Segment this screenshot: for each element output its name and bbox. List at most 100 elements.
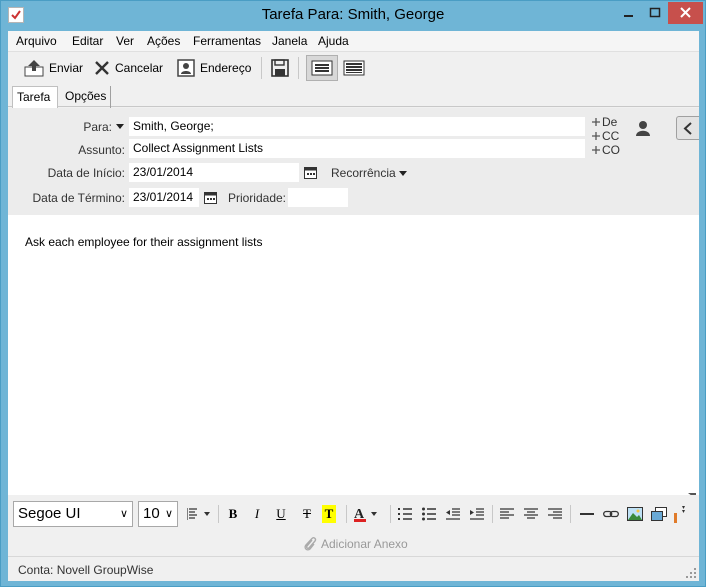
menu-janela[interactable]: Janela	[272, 34, 307, 48]
view-header-toggle[interactable]	[338, 55, 370, 81]
priority-field[interactable]	[288, 188, 348, 207]
link-icon[interactable]	[602, 505, 620, 523]
person-icon[interactable]	[635, 120, 651, 136]
font-size-value: 10	[143, 505, 160, 522]
minimize-button[interactable]	[615, 2, 642, 24]
decrease-indent-icon[interactable]	[444, 505, 462, 523]
menu-ver[interactable]: Ver	[116, 34, 134, 48]
header-fields: Para: Smith, George; Assunto: Collect As…	[8, 108, 699, 215]
tab-opcoes[interactable]: Opções	[61, 86, 111, 108]
format-separator	[390, 505, 391, 523]
paperclip-icon	[304, 537, 317, 551]
task-window: Tarefa Para: Smith, George Arquivo Edita…	[0, 0, 706, 587]
text-color-icon[interactable]: A	[353, 505, 381, 523]
menu-acoes[interactable]: Ações	[147, 34, 180, 48]
bcc-link[interactable]: CO	[602, 143, 620, 157]
priority-label: Prioridade:	[227, 191, 286, 205]
menu-bar: Arquivo Editar Ver Ações Ferramentas Jan…	[8, 31, 699, 51]
format-toolbar: Segoe UI ∨ 10 ∨ B I U T T A	[8, 495, 699, 531]
attachment-bar: Adicionar Anexo	[8, 531, 699, 557]
bold-button[interactable]: B	[224, 505, 242, 523]
send-label: Enviar	[49, 61, 84, 75]
highlight-button[interactable]: T	[322, 505, 336, 523]
client-area: Arquivo Editar Ver Ações Ferramentas Jan…	[8, 31, 699, 581]
end-date-label: Data de Término:	[32, 191, 126, 205]
status-bar: Conta: Novell GroupWise	[8, 558, 699, 581]
close-button[interactable]	[668, 2, 703, 24]
font-size-select[interactable]: 10 ∨	[138, 501, 178, 527]
address-book-icon	[177, 59, 195, 77]
subject-label: Assunto:	[78, 143, 125, 157]
align-right-icon[interactable]	[546, 505, 564, 523]
cancel-label: Cancelar	[115, 61, 164, 75]
caret-down-icon[interactable]	[399, 171, 407, 176]
status-text: Conta: Novell GroupWise	[18, 563, 154, 577]
toolbar-separator	[261, 57, 262, 79]
plus-icon[interactable]	[592, 146, 600, 154]
toolbar: Enviar Cancelar Endereço	[8, 51, 699, 83]
horizontal-line-icon[interactable]	[578, 505, 596, 523]
collapse-panel-button[interactable]	[676, 116, 699, 140]
view-message-toggle[interactable]	[306, 55, 338, 81]
image-icon[interactable]	[626, 505, 644, 523]
start-date-label: Data de Início:	[47, 166, 125, 180]
floppy-disk-icon	[271, 59, 289, 77]
resize-grip-icon[interactable]	[685, 567, 697, 579]
send-button[interactable]: Enviar	[24, 57, 83, 79]
format-separator	[492, 505, 493, 523]
body-text[interactable]: Ask each employee for their assignment l…	[25, 235, 262, 249]
menu-ferramentas[interactable]: Ferramentas	[193, 34, 261, 48]
align-left-icon[interactable]	[498, 505, 516, 523]
bullet-list-icon[interactable]	[420, 505, 438, 523]
add-attachment-button[interactable]: Adicionar Anexo	[303, 536, 408, 552]
window-title: Tarefa Para: Smith, George	[261, 6, 445, 23]
menu-editar[interactable]: Editar	[72, 34, 103, 48]
address-button[interactable]: Endereço	[177, 57, 251, 79]
numbered-list-icon[interactable]	[396, 505, 414, 523]
header-view-icon	[343, 60, 365, 76]
toolbar-overflow-icon[interactable]	[674, 505, 688, 523]
increase-indent-icon[interactable]	[468, 505, 486, 523]
calendar-icon[interactable]	[304, 166, 317, 179]
tab-strip: Tarefa Opções	[8, 83, 699, 108]
picture-frame-icon[interactable]	[650, 505, 668, 523]
message-view-icon	[311, 60, 333, 76]
font-family-select[interactable]: Segoe UI ∨	[13, 501, 133, 527]
caret-down-icon[interactable]	[116, 124, 124, 129]
send-icon	[24, 60, 44, 77]
align-center-icon[interactable]	[522, 505, 540, 523]
chevron-down-icon: ∨	[164, 508, 173, 520]
italic-button[interactable]: I	[248, 505, 266, 523]
end-date-field[interactable]: 23/01/2014	[129, 188, 199, 207]
cancel-button[interactable]: Cancelar	[94, 57, 163, 79]
strikethrough-button[interactable]: T	[298, 505, 316, 523]
save-button[interactable]	[271, 57, 294, 79]
chevron-down-icon: ∨	[119, 508, 128, 520]
title-bar[interactable]: Tarefa Para: Smith, George	[1, 1, 705, 31]
close-x-icon	[95, 61, 109, 75]
underline-button[interactable]: U	[272, 505, 290, 523]
to-label: Para:	[83, 120, 112, 134]
maximize-button[interactable]	[642, 2, 668, 24]
recurrence-dropdown[interactable]: Recorrência	[331, 166, 396, 180]
calendar-icon[interactable]	[204, 191, 217, 204]
address-label: Endereço	[200, 61, 252, 75]
add-attachment-label: Adicionar Anexo	[321, 537, 408, 551]
menu-ajuda[interactable]: Ajuda	[318, 34, 349, 48]
format-separator	[570, 505, 571, 523]
tab-tarefa[interactable]: Tarefa	[12, 86, 58, 108]
font-family-value: Segoe UI	[18, 505, 81, 522]
chevron-left-icon	[683, 122, 692, 135]
from-link[interactable]: De	[602, 115, 617, 129]
toolbar-separator	[298, 57, 299, 79]
to-field[interactable]: Smith, George;	[129, 117, 585, 136]
format-separator	[218, 505, 219, 523]
start-date-field[interactable]: 23/01/2014	[129, 163, 299, 182]
cc-link[interactable]: CC	[602, 129, 619, 143]
subject-field[interactable]: Collect Assignment Lists	[129, 139, 585, 158]
plus-icon[interactable]	[592, 118, 600, 126]
paragraph-format-icon[interactable]	[185, 505, 215, 523]
menu-arquivo[interactable]: Arquivo	[16, 34, 57, 48]
plus-icon[interactable]	[592, 132, 600, 140]
message-body[interactable]: Ask each employee for their assignment l…	[8, 215, 699, 499]
